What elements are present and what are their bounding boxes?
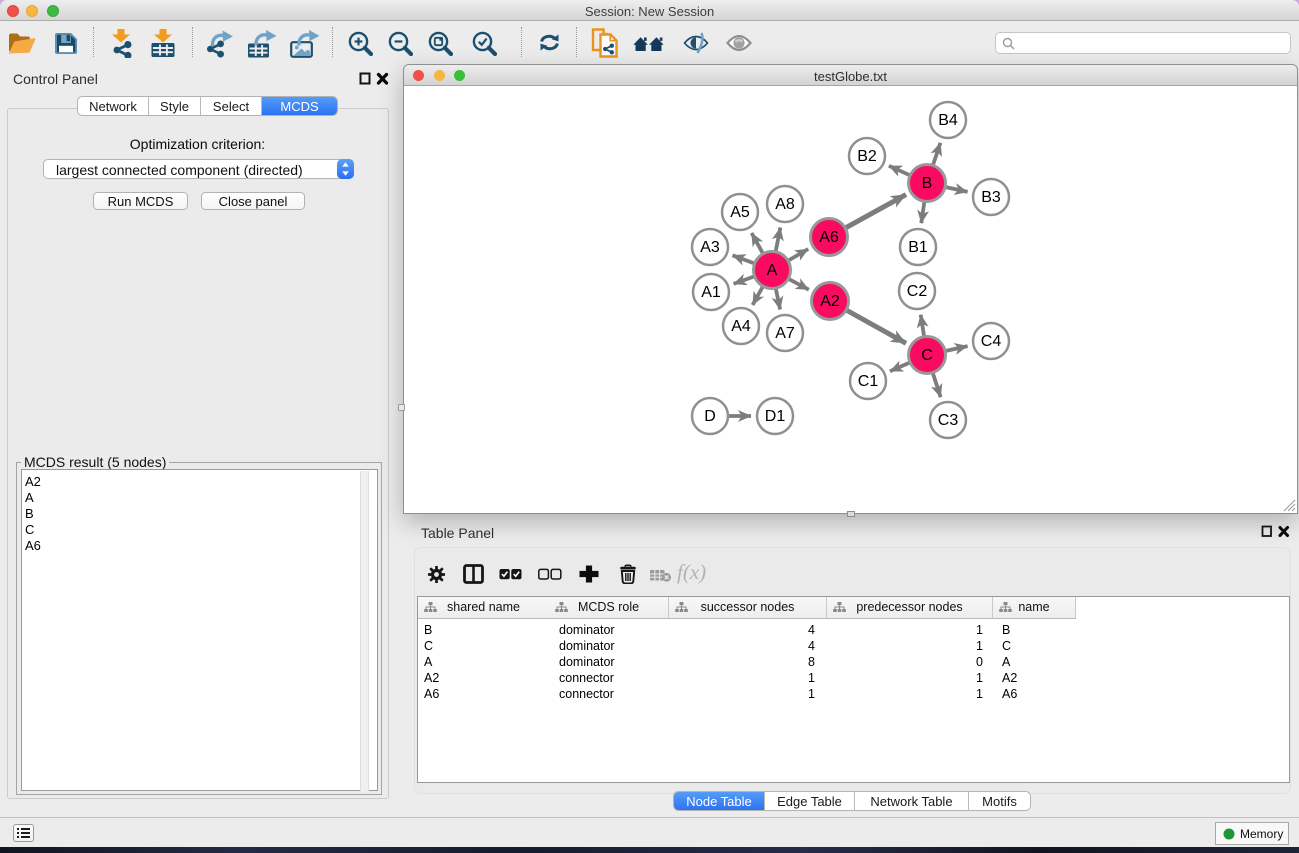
svg-text:C4: C4 (981, 333, 1002, 350)
svg-text:A4: A4 (731, 318, 751, 335)
svg-text:A2: A2 (820, 293, 840, 310)
svg-text:B: B (922, 175, 933, 192)
svg-text:A1: A1 (701, 284, 721, 301)
svg-text:B3: B3 (981, 189, 1001, 206)
svg-text:D: D (704, 408, 716, 425)
svg-text:A7: A7 (775, 325, 795, 342)
svg-text:A6: A6 (819, 229, 839, 246)
svg-text:A5: A5 (730, 204, 750, 221)
svg-text:C2: C2 (907, 283, 928, 300)
svg-text:A: A (767, 262, 778, 279)
svg-text:B4: B4 (938, 112, 958, 129)
svg-text:C1: C1 (858, 373, 879, 390)
svg-text:A8: A8 (775, 196, 795, 213)
svg-text:A3: A3 (700, 239, 720, 256)
svg-text:B1: B1 (908, 239, 928, 256)
svg-text:B2: B2 (857, 148, 877, 165)
svg-text:C: C (921, 347, 933, 364)
svg-text:D1: D1 (765, 408, 786, 425)
svg-text:C3: C3 (938, 412, 959, 429)
